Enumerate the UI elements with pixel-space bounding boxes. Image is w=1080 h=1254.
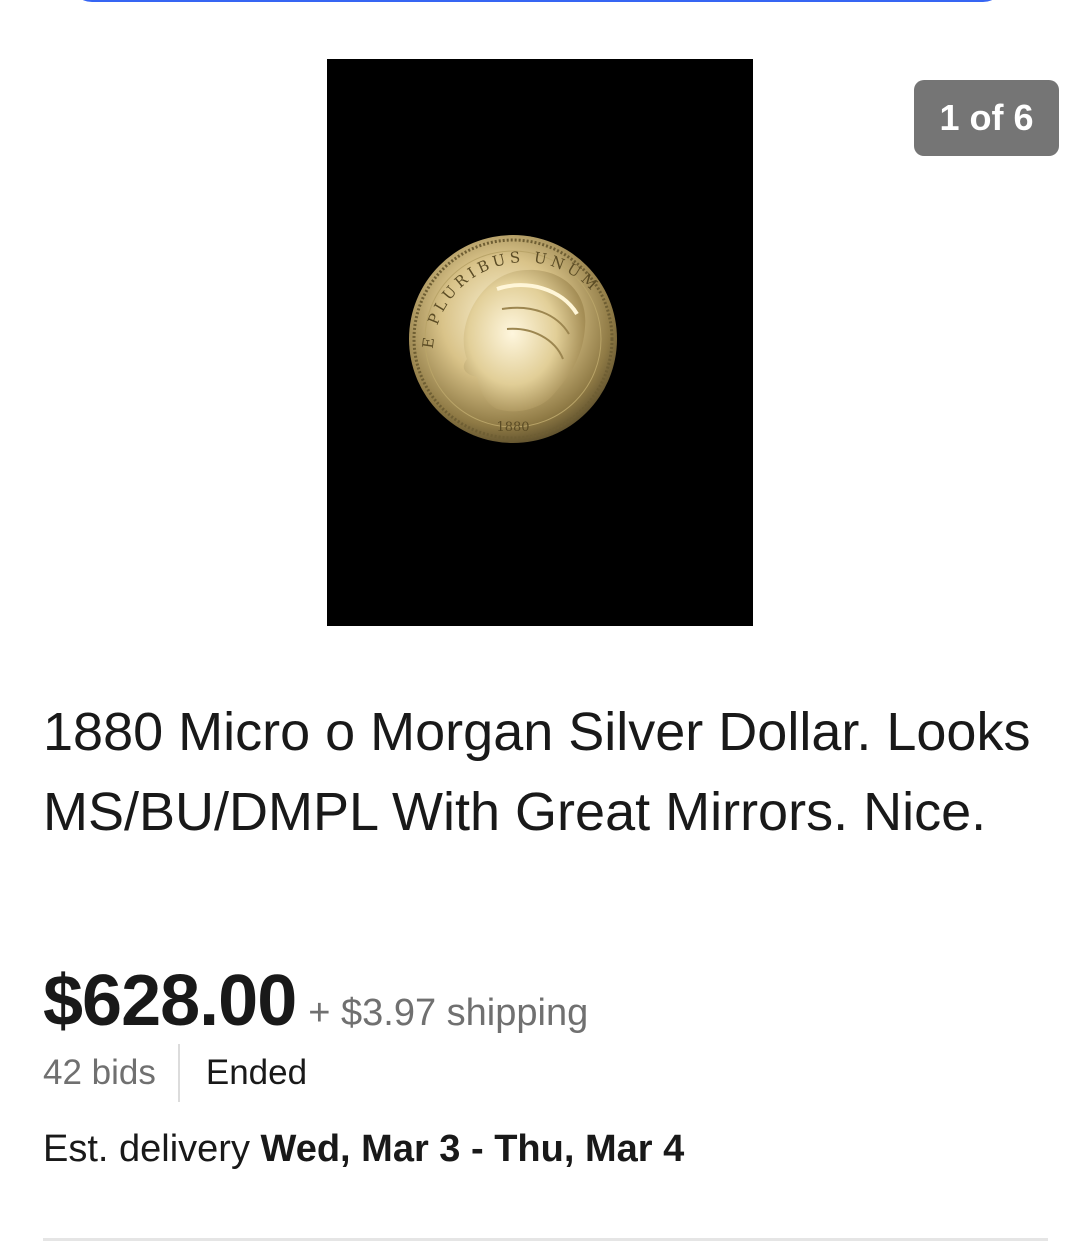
listing-title: 1880 Micro o Morgan Silver Dollar. Looks… — [43, 702, 1031, 842]
search-bar-edge[interactable] — [70, 0, 1005, 2]
image-counter-badge: 1 of 6 — [914, 80, 1059, 156]
auction-status: Ended — [205, 1053, 308, 1092]
estimated-delivery: Est. delivery Wed, Mar 3 - Thu, Mar 4 — [43, 1128, 684, 1171]
price-row: $628.00 + $3.97 shipping — [43, 960, 588, 1042]
listing-page: E PLURIBUS UNUM 1880 1 of 6 1880 Micro o… — [0, 0, 1080, 1254]
bid-count-link[interactable]: 42 bids — [43, 1053, 178, 1093]
section-divider — [43, 1238, 1048, 1241]
delivery-label: Est. delivery — [43, 1128, 261, 1170]
shipping-cost: + $3.97 shipping — [308, 992, 589, 1034]
coin-image: E PLURIBUS UNUM 1880 — [409, 235, 617, 443]
listing-price: $628.00 — [43, 961, 297, 1041]
listing-photo[interactable]: E PLURIBUS UNUM 1880 — [327, 59, 753, 626]
coin-date: 1880 — [496, 420, 529, 435]
bid-status-row: 42 bids Ended — [43, 1044, 307, 1102]
delivery-range: Wed, Mar 3 - Thu, Mar 4 — [260, 1128, 685, 1170]
